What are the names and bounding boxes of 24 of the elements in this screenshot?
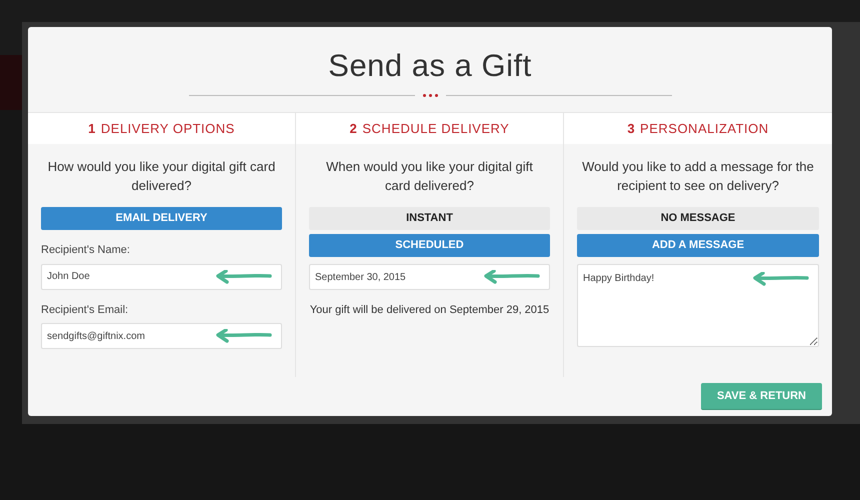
option-button[interactable]: ADD A MESSAGE — [577, 234, 819, 257]
arrow-icon — [214, 270, 272, 284]
question-text: Would you like to add a message for the recipient to see on delivery? — [581, 158, 815, 195]
delivery-note: Your gift will be delivered on September 29, 2015 — [309, 303, 550, 318]
step-heading: 2 SCHEDULE DELIVERY — [296, 113, 563, 144]
input-field[interactable]: John Doe — [41, 264, 282, 290]
step-heading: 1 DELIVERY OPTIONS — [28, 113, 295, 144]
option-button[interactable]: EMAIL DELIVERY — [41, 207, 282, 230]
option-button[interactable]: SCHEDULED — [309, 234, 550, 257]
input-field[interactable]: sendgifts@giftnix.com — [41, 323, 282, 349]
field-label: Recipient's Name: — [41, 243, 131, 258]
field-label: Recipient's Email: — [41, 302, 130, 318]
question-text: When would you like your digital gift card delivered? — [325, 158, 534, 195]
message-field[interactable]: Happy Birthday! — [577, 264, 819, 347]
arrow-icon — [214, 329, 272, 343]
modal-title: Send as a Gift — [328, 47, 532, 85]
option-button[interactable]: NO MESSAGE — [577, 207, 819, 230]
input-field[interactable]: September 30, 2015 — [309, 264, 550, 290]
step-heading: 3 PERSONALIZATION — [564, 113, 832, 144]
option-button[interactable]: INSTANT — [309, 207, 550, 230]
dots-icon — [422, 94, 438, 97]
arrow-icon — [751, 272, 809, 286]
question-text: How would you like your digital gift card delivered? — [46, 158, 276, 195]
arrow-icon — [482, 270, 540, 284]
